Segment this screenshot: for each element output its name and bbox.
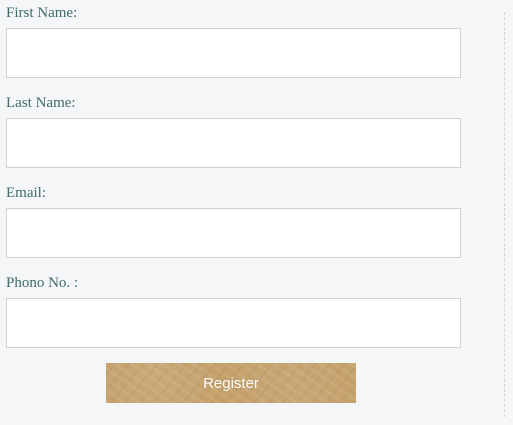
last-name-label: Last Name: [6, 95, 76, 111]
vertical-divider [504, 12, 505, 417]
register-button[interactable]: Register [106, 363, 356, 403]
first-name-label: First Name: [6, 5, 78, 21]
registration-form: First Name: Last Name: Email: Phono No. … [0, 0, 513, 425]
email-field[interactable] [6, 208, 461, 258]
phone-field[interactable] [6, 298, 461, 348]
email-label: Email: [6, 185, 46, 201]
phone-label: Phono No. : [6, 275, 79, 291]
last-name-field[interactable] [6, 118, 461, 168]
first-name-field[interactable] [6, 28, 461, 78]
